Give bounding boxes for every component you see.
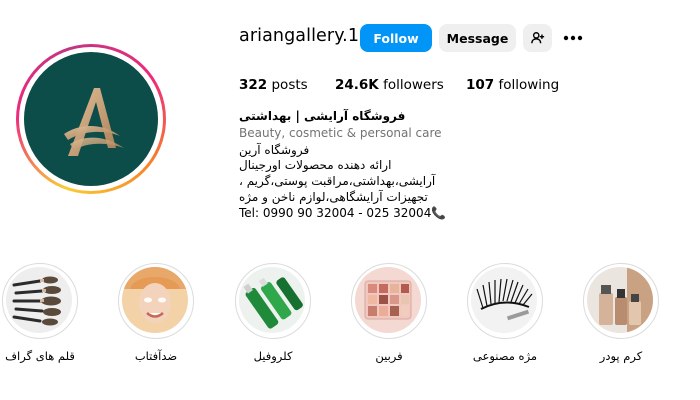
- bio-line: فروشگاه آرین: [239, 143, 310, 157]
- following-number: 107: [466, 77, 495, 93]
- follow-button[interactable]: Follow: [360, 24, 432, 52]
- highlight-label: فربین: [375, 349, 403, 363]
- false-eyelash-icon: [471, 267, 537, 333]
- more-dots-icon: [563, 35, 583, 41]
- add-user-icon: [530, 32, 544, 44]
- highlight-label: مژه مصنوعی: [472, 349, 538, 363]
- foundation-bottles-icon: [587, 267, 653, 333]
- profile-username: ariangallery.1: [239, 26, 360, 46]
- followers-label: followers: [383, 77, 444, 93]
- followers-number: 24.6K: [335, 77, 379, 93]
- profile-avatar[interactable]: [24, 52, 158, 186]
- highlight-label: ضدآفتاب: [134, 349, 178, 363]
- brand-logo-icon: [64, 88, 124, 156]
- highlight-label: قلم های گراف: [5, 349, 75, 363]
- bio-line: تجهیزات آرایشگاهی،لوازم ناخن و مژه: [239, 190, 428, 204]
- bio-line: آرایشی،بهداشتی،مراقبت پوستی،گریم ،: [239, 174, 436, 188]
- sunscreen-model-icon: [122, 267, 188, 333]
- bio-name: فروشگاه آرایشی | بهداشتی: [239, 109, 406, 123]
- suggest-users-button[interactable]: [523, 24, 552, 52]
- avatar-gap: [19, 47, 163, 191]
- bio-category: Beauty, cosmetic & personal care: [239, 126, 442, 140]
- more-options-button[interactable]: [560, 27, 586, 49]
- highlight-label: کلروفیل: [253, 349, 293, 363]
- chlorophyll-bottles-icon: [239, 267, 305, 333]
- following-label: following: [498, 77, 560, 93]
- brushes-icon: [6, 267, 72, 333]
- following-link[interactable]: 107 following: [466, 77, 559, 93]
- posts-number: 322: [239, 77, 268, 93]
- posts-count: 322 posts: [239, 77, 308, 93]
- bio-line: ارائه دهنده محصولات اورجینال: [239, 158, 392, 172]
- followers-link[interactable]: 24.6K followers: [335, 77, 444, 93]
- message-button[interactable]: Message: [439, 24, 516, 52]
- posts-label: posts: [271, 77, 308, 93]
- eyeshadow-palette-icon: [355, 267, 421, 333]
- profile-avatar-ring[interactable]: [16, 44, 166, 194]
- highlight-label: کرم پودر: [599, 349, 643, 363]
- bio-phone: Tel: 0990 90 32004 - 025 32004📞: [239, 206, 447, 220]
